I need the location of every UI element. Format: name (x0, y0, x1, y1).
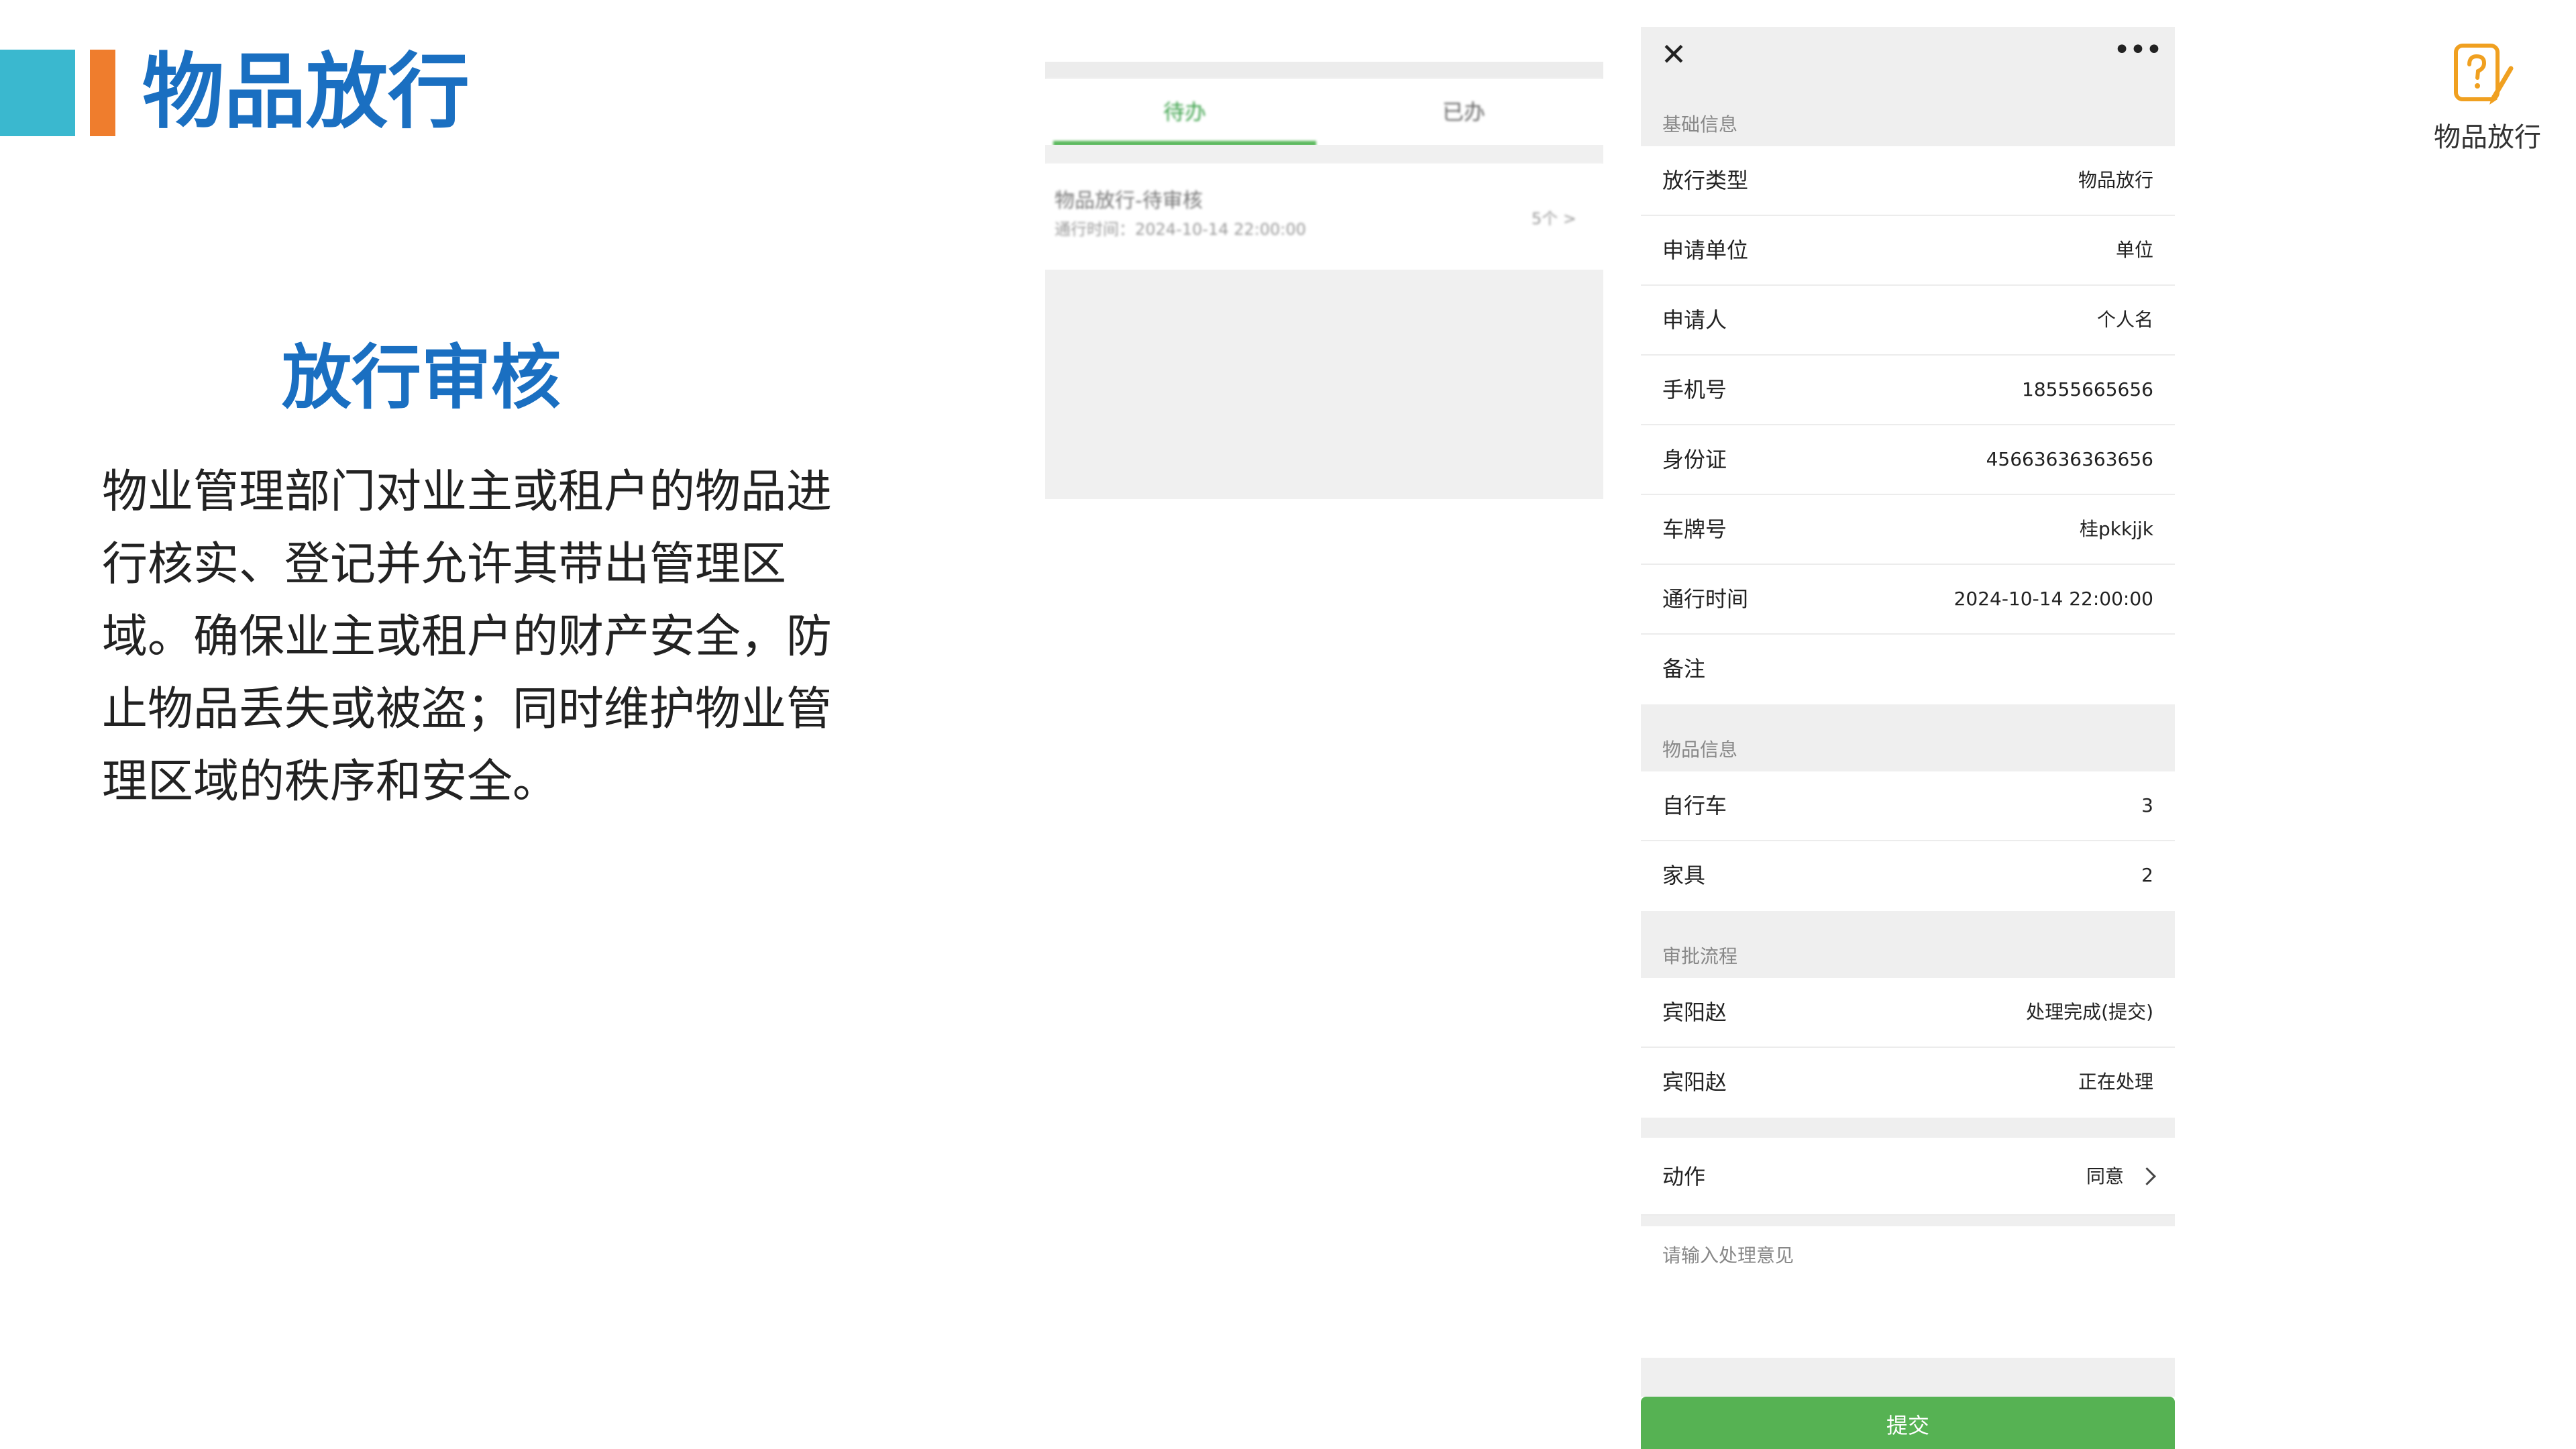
item-release-icon (2452, 42, 2518, 109)
row-value: 个人名 (2096, 309, 2153, 331)
tab-bar: 待办 已办 (1045, 79, 1603, 146)
divider-band (1641, 1358, 2175, 1397)
chevron-right-icon (2138, 1167, 2156, 1185)
row-value: 物品放行 (2078, 169, 2153, 191)
action-value: 同意 (2086, 1165, 2124, 1187)
row-label: 手机号 (1662, 377, 1727, 402)
section-approval-title: 审批流程 (1662, 945, 1738, 967)
title-accent-bar-orange (90, 50, 115, 136)
section-items-title: 物品信息 (1662, 739, 1738, 761)
title-accent-bar-cyan (0, 50, 75, 136)
row-remark: 备注 (1641, 635, 2175, 704)
pending-list-screen: 待办 已办 物品放行-待审核 通行时间：2024-10-14 22:00:00 … (1045, 62, 1603, 499)
list-empty-area (1045, 270, 1603, 499)
row-plate: 车牌号 桂pkkjjk (1641, 495, 2175, 565)
detail-header: ✕ ••• (1641, 27, 2175, 82)
row-applicant-unit: 申请单位 单位 (1641, 216, 2175, 286)
action-label: 动作 (1662, 1164, 1706, 1189)
list-item-count: 5个 > (1531, 209, 1576, 228)
row-value: 45663636363656 (1986, 448, 2153, 470)
row-label: 备注 (1662, 656, 1706, 682)
section-approval: 审批流程 (1641, 911, 2175, 978)
list-item-subtitle: 通行时间：2024-10-14 22:00:00 (1055, 220, 1306, 239)
list-item-title: 物品放行-待审核 (1055, 189, 1203, 213)
opinion-input[interactable]: 请输入处理意见 (1641, 1226, 2175, 1358)
row-phone: 手机号 18555665656 (1641, 356, 2175, 425)
page-title: 物品放行 (142, 44, 470, 140)
top-band (1045, 62, 1603, 79)
row-value: 3 (2141, 794, 2153, 816)
row-label: 宾阳赵 (1662, 1069, 1727, 1095)
row-pass-time: 通行时间 2024-10-14 22:00:00 (1641, 565, 2175, 635)
action-selector[interactable]: 动作 同意 (1641, 1138, 2175, 1216)
section-title: 放行审核 (282, 337, 561, 419)
submit-button[interactable]: 提交 (1641, 1397, 2175, 1449)
description-text: 物业管理部门对业主或租户的物品进行核实、登记并允许其带出管理区域。确保业主或租户… (102, 466, 833, 808)
row-value: 18555665656 (2022, 378, 2153, 400)
close-icon[interactable]: ✕ (1654, 35, 1693, 74)
divider-band (1641, 1216, 2175, 1226)
section-basic-title: 基础信息 (1662, 113, 1738, 136)
section-basic: 基础信息 (1641, 82, 2175, 146)
row-value: 处理完成(提交) (2026, 1001, 2153, 1023)
row-id-card: 身份证 45663636363656 (1641, 425, 2175, 495)
row-label: 宾阳赵 (1662, 1000, 1727, 1025)
row-value: 桂pkkjjk (2080, 518, 2153, 540)
tab-pending[interactable]: 待办 (1045, 79, 1324, 145)
row-label: 家具 (1662, 863, 1706, 888)
more-icon[interactable]: ••• (2112, 35, 2163, 74)
tab-done[interactable]: 已办 (1324, 79, 1603, 145)
list-gap (1045, 145, 1603, 164)
row-label: 放行类型 (1662, 168, 1749, 193)
detail-screen: ✕ ••• 基础信息 放行类型 物品放行 申请单位 单位 申请人 个人名 手机号… (1641, 27, 2175, 1449)
list-item[interactable]: 物品放行-待审核 通行时间：2024-10-14 22:00:00 5个 > (1045, 164, 1603, 264)
row-approval-step: 宾阳赵 处理完成(提交) (1641, 978, 2175, 1048)
row-approval-step: 宾阳赵 正在处理 (1641, 1048, 2175, 1118)
row-release-type: 放行类型 物品放行 (1641, 146, 2175, 216)
opinion-placeholder: 请输入处理意见 (1662, 1244, 1794, 1267)
row-item-furniture: 家具 2 (1641, 841, 2175, 911)
row-item-bicycle: 自行车 3 (1641, 771, 2175, 841)
divider-band (1641, 1118, 2175, 1138)
row-label: 通行时间 (1662, 586, 1749, 612)
section-items: 物品信息 (1641, 704, 2175, 771)
row-label: 自行车 (1662, 793, 1727, 818)
row-value: 2024-10-14 22:00:00 (1953, 588, 2153, 610)
row-applicant: 申请人 个人名 (1641, 286, 2175, 356)
row-label: 申请人 (1662, 307, 1727, 333)
row-label: 身份证 (1662, 447, 1727, 472)
row-label: 申请单位 (1662, 237, 1749, 263)
row-value: 2 (2141, 864, 2153, 886)
row-label: 车牌号 (1662, 517, 1727, 542)
row-value: 单位 (2115, 239, 2153, 261)
badge-label: 物品放行 (2434, 122, 2541, 153)
row-value: 正在处理 (2078, 1071, 2153, 1093)
